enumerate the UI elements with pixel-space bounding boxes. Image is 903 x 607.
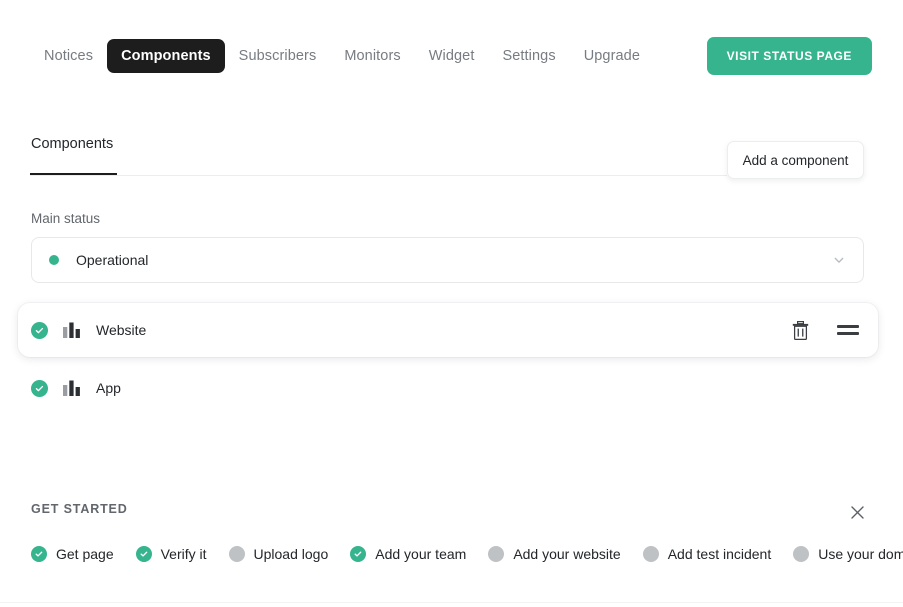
checklist-item-label: Upload logo: [254, 546, 329, 562]
page-bottom-divider: [0, 602, 903, 603]
nav-item-widget[interactable]: Widget: [415, 39, 489, 73]
nav-item-notices[interactable]: Notices: [30, 39, 107, 73]
checklist-item-get-page[interactable]: Get page: [31, 546, 114, 562]
check-circle-icon: [31, 322, 48, 339]
component-name: Website: [96, 322, 146, 338]
bar-chart-icon: [63, 380, 80, 396]
checklist-item-verify-it[interactable]: Verify it: [136, 546, 207, 562]
checklist-item-add-your-website[interactable]: Add your website: [488, 546, 620, 562]
check-circle-icon: [136, 546, 152, 562]
component-name: App: [96, 380, 121, 396]
main-status-select[interactable]: Operational: [31, 237, 864, 283]
top-navigation: Notices Components Subscribers Monitors …: [0, 0, 903, 112]
drag-bar-bottom: [837, 332, 859, 335]
nav-item-upgrade[interactable]: Upgrade: [570, 39, 654, 73]
nav-item-components[interactable]: Components: [107, 39, 225, 73]
tab-strip-divider: [30, 175, 727, 176]
nav-item-settings[interactable]: Settings: [488, 39, 569, 73]
component-row-app[interactable]: App: [18, 374, 878, 402]
nav-item-monitors[interactable]: Monitors: [330, 39, 414, 73]
status-dot-icon: [49, 255, 59, 265]
component-row-actions: [787, 317, 878, 343]
visit-status-page-button[interactable]: VISIT STATUS PAGE: [707, 37, 872, 75]
get-started-title: GET STARTED: [31, 502, 128, 516]
checklist-item-label: Get page: [56, 546, 114, 562]
trash-icon[interactable]: [787, 317, 813, 343]
check-circle-icon: [31, 546, 47, 562]
close-icon[interactable]: [845, 500, 869, 524]
drag-handle-bars: [837, 325, 859, 335]
add-a-component-button[interactable]: Add a component: [727, 141, 864, 179]
component-row-website[interactable]: Website: [18, 303, 878, 357]
main-status-label: Main status: [31, 211, 100, 226]
bar-chart-icon: [63, 322, 80, 338]
checklist-item-label: Add test incident: [668, 546, 772, 562]
empty-circle-icon: [793, 546, 809, 562]
checklist-item-label: Add your team: [375, 546, 466, 562]
drag-bar-top: [837, 325, 859, 328]
check-circle-icon: [31, 380, 48, 397]
checklist-item-label: Verify it: [161, 546, 207, 562]
nav-items: Notices Components Subscribers Monitors …: [30, 39, 654, 73]
drag-handle-icon[interactable]: [835, 317, 861, 343]
checklist-item-add-test-incident[interactable]: Add test incident: [643, 546, 772, 562]
get-started-checklist: Get page Verify it Upload logo Add your …: [31, 543, 881, 565]
tab-active-underline: [30, 173, 117, 175]
chevron-down-icon[interactable]: [832, 253, 846, 267]
check-circle-icon: [350, 546, 366, 562]
components-page: Notices Components Subscribers Monitors …: [0, 0, 903, 607]
empty-circle-icon: [643, 546, 659, 562]
empty-circle-icon: [488, 546, 504, 562]
main-status-value: Operational: [76, 252, 148, 268]
checklist-item-label: Use your domain: [818, 546, 903, 562]
empty-circle-icon: [229, 546, 245, 562]
checklist-item-label: Add your website: [513, 546, 620, 562]
checklist-item-add-your-team[interactable]: Add your team: [350, 546, 466, 562]
tab-components[interactable]: Components: [30, 128, 114, 166]
nav-item-subscribers[interactable]: Subscribers: [225, 39, 331, 73]
checklist-item-upload-logo[interactable]: Upload logo: [229, 546, 329, 562]
checklist-item-use-your-domain[interactable]: Use your domain: [793, 546, 903, 562]
